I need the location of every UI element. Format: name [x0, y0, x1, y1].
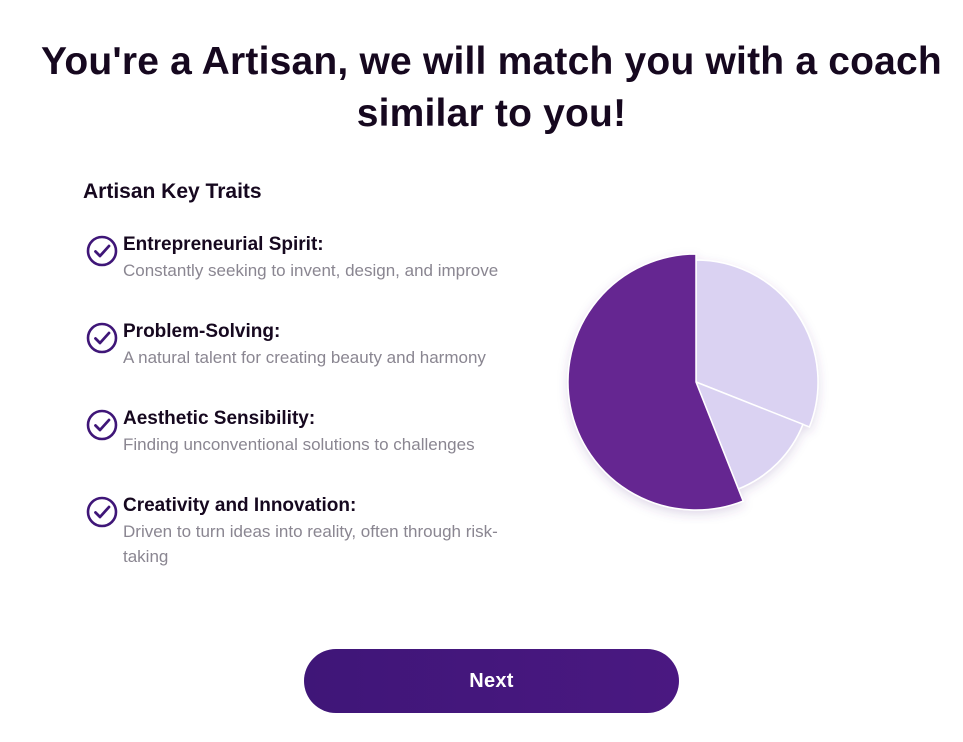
traits-heading: Artisan Key Traits [83, 180, 262, 203]
trait-description: Finding unconventional solutions to chal… [123, 435, 475, 454]
trait-description: A natural talent for creating beauty and… [123, 348, 486, 367]
trait-name: Problem-Solving: [123, 321, 281, 342]
trait-item-problem-solving: Problem-Solving: A natural talent for cr… [83, 319, 513, 406]
trait-item-aesthetic-sensibility: Aesthetic Sensibility: Finding unconvent… [83, 406, 513, 493]
traits-list: Entrepreneurial Spirit: Constantly seeki… [83, 232, 513, 580]
page-title: You're a Artisan, we will match you with… [41, 40, 942, 135]
trait-item-creativity-innovation: Creativity and Innovation: Driven to tur… [83, 493, 513, 580]
trait-name: Entrepreneurial Spirit: [123, 234, 324, 255]
next-button[interactable]: Next [304, 649, 679, 713]
trait-item-entrepreneurial-spirit: Entrepreneurial Spirit: Constantly seeki… [83, 232, 513, 319]
trait-description: Driven to turn ideas into reality, often… [123, 522, 498, 566]
trait-description: Constantly seeking to invent, design, an… [123, 261, 499, 280]
check-circle-icon [86, 235, 118, 267]
check-circle-icon [86, 496, 118, 528]
trait-name: Creativity and Innovation: [123, 495, 357, 516]
trait-name: Aesthetic Sensibility: [123, 408, 316, 429]
personality-pie-chart [567, 253, 819, 511]
check-circle-icon [86, 322, 118, 354]
check-circle-icon [86, 409, 118, 441]
